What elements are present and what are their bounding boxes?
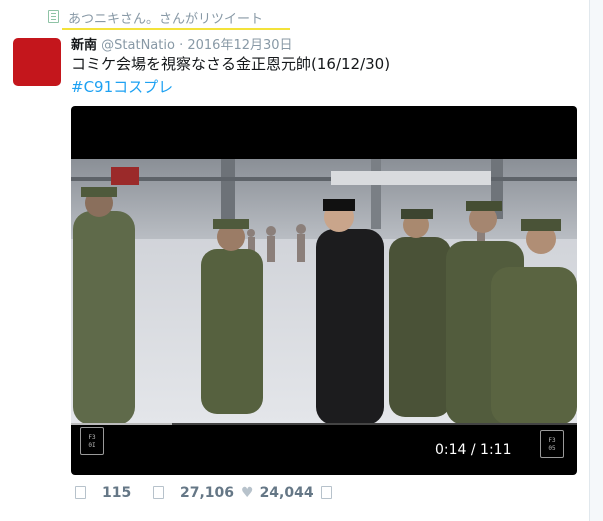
tweet-card[interactable]: あつニキさん。さんがリツイート 新南 @StatNatio · 2016年12月… bbox=[0, 0, 590, 521]
tweet-date[interactable]: 2016年12月30日 bbox=[187, 38, 292, 53]
heart-icon: ♥ bbox=[241, 485, 254, 501]
more-action[interactable] bbox=[321, 485, 332, 501]
avatar[interactable] bbox=[13, 38, 61, 86]
text-highlight-underline bbox=[62, 28, 290, 30]
like-count: 24,044 bbox=[259, 485, 314, 501]
reply-icon bbox=[75, 486, 86, 499]
video-progress-fill bbox=[71, 423, 173, 425]
retweet-context-text[interactable]: あつニキさん。さんがリツイート bbox=[68, 8, 263, 27]
header-separator: · bbox=[179, 38, 184, 53]
reply-count: 115 bbox=[102, 485, 132, 501]
tweet-text: コミケ会場を視察なさる金正恩元帥(16/12/30) bbox=[71, 55, 391, 73]
video-time: 0:14 / 1:11 bbox=[435, 442, 512, 458]
video-progress-bar[interactable] bbox=[71, 423, 577, 425]
user-handle[interactable]: @StatNatio bbox=[101, 38, 175, 53]
reply-action[interactable]: 115 bbox=[75, 485, 131, 501]
fullscreen-icon[interactable]: F3 05 bbox=[540, 430, 564, 458]
hashtag-link[interactable]: #C91コスプレ bbox=[71, 76, 173, 97]
retweet-count: 27,106 bbox=[180, 485, 235, 501]
like-action[interactable]: ♥ 24,044 bbox=[241, 485, 314, 501]
tweet-header: 新南 @StatNatio · 2016年12月30日 bbox=[71, 34, 293, 53]
video-frame bbox=[71, 159, 577, 425]
more-icon bbox=[321, 486, 332, 499]
retweet-icon bbox=[48, 10, 59, 23]
user-name[interactable]: 新南 bbox=[71, 38, 97, 53]
video-info-icon[interactable]: F3 0I bbox=[80, 427, 104, 455]
video-player[interactable]: F3 0I 0:14 / 1:11 F3 05 bbox=[71, 106, 577, 475]
retweet-action[interactable]: 27,106 bbox=[153, 485, 234, 501]
retweet-icon bbox=[153, 486, 164, 499]
